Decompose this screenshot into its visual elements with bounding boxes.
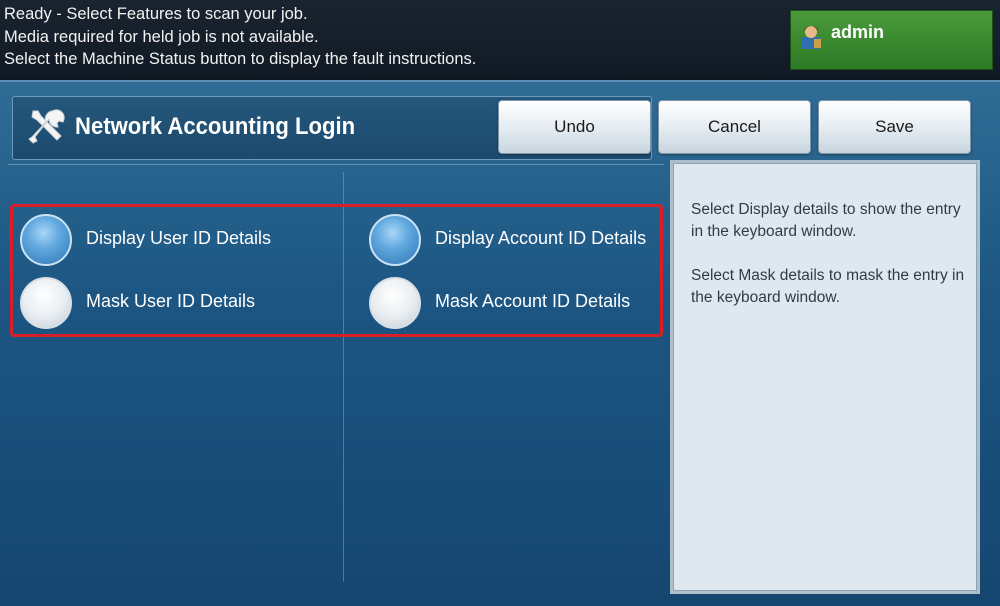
mask-account-id-option[interactable]: Mask Account ID Details xyxy=(369,277,654,329)
mask-account-id-label: Mask Account ID Details xyxy=(435,291,631,311)
user-name: admin xyxy=(831,22,885,42)
help-text: Select Display details to show the entry… xyxy=(691,199,981,331)
display-user-id-option[interactable]: Display User ID Details xyxy=(20,214,320,266)
save-button[interactable]: Save xyxy=(818,100,971,154)
divider xyxy=(8,164,664,165)
mask-user-id-label: Mask User ID Details xyxy=(86,291,256,311)
status-messages: Ready - Select Features to scan your job… xyxy=(4,3,476,71)
status-line: Ready - Select Features to scan your job… xyxy=(4,5,308,23)
mask-user-id-radio[interactable] xyxy=(20,277,72,329)
cancel-button[interactable]: Cancel xyxy=(658,100,811,154)
tools-icon xyxy=(28,109,65,144)
undo-button[interactable]: Undo xyxy=(498,100,651,154)
display-account-id-label: Display Account ID Details xyxy=(435,228,647,248)
display-account-id-option[interactable]: Display Account ID Details xyxy=(369,214,654,266)
display-user-id-radio[interactable] xyxy=(20,214,72,266)
main-panel: Network Accounting Login Undo Cancel Sav… xyxy=(0,80,1000,606)
status-bar: Ready - Select Features to scan your job… xyxy=(0,0,1000,76)
mask-account-id-radio[interactable] xyxy=(369,277,421,329)
help-paragraph: Select Display details to show the entry… xyxy=(691,201,961,240)
user-icon xyxy=(801,26,821,49)
display-user-id-label: Display User ID Details xyxy=(86,228,272,248)
display-account-id-radio[interactable] xyxy=(369,214,421,266)
user-button[interactable]: admin xyxy=(790,10,993,70)
page-title: Network Accounting Login xyxy=(75,113,356,140)
status-line: Media required for held job is not avail… xyxy=(4,27,319,46)
help-panel: Select Display details to show the entry… xyxy=(670,160,980,594)
mask-user-id-option[interactable]: Mask User ID Details xyxy=(20,277,320,329)
status-line: Select the Machine Status button to disp… xyxy=(4,50,477,68)
help-paragraph: Select Mask details to mask the entry in… xyxy=(691,267,965,306)
